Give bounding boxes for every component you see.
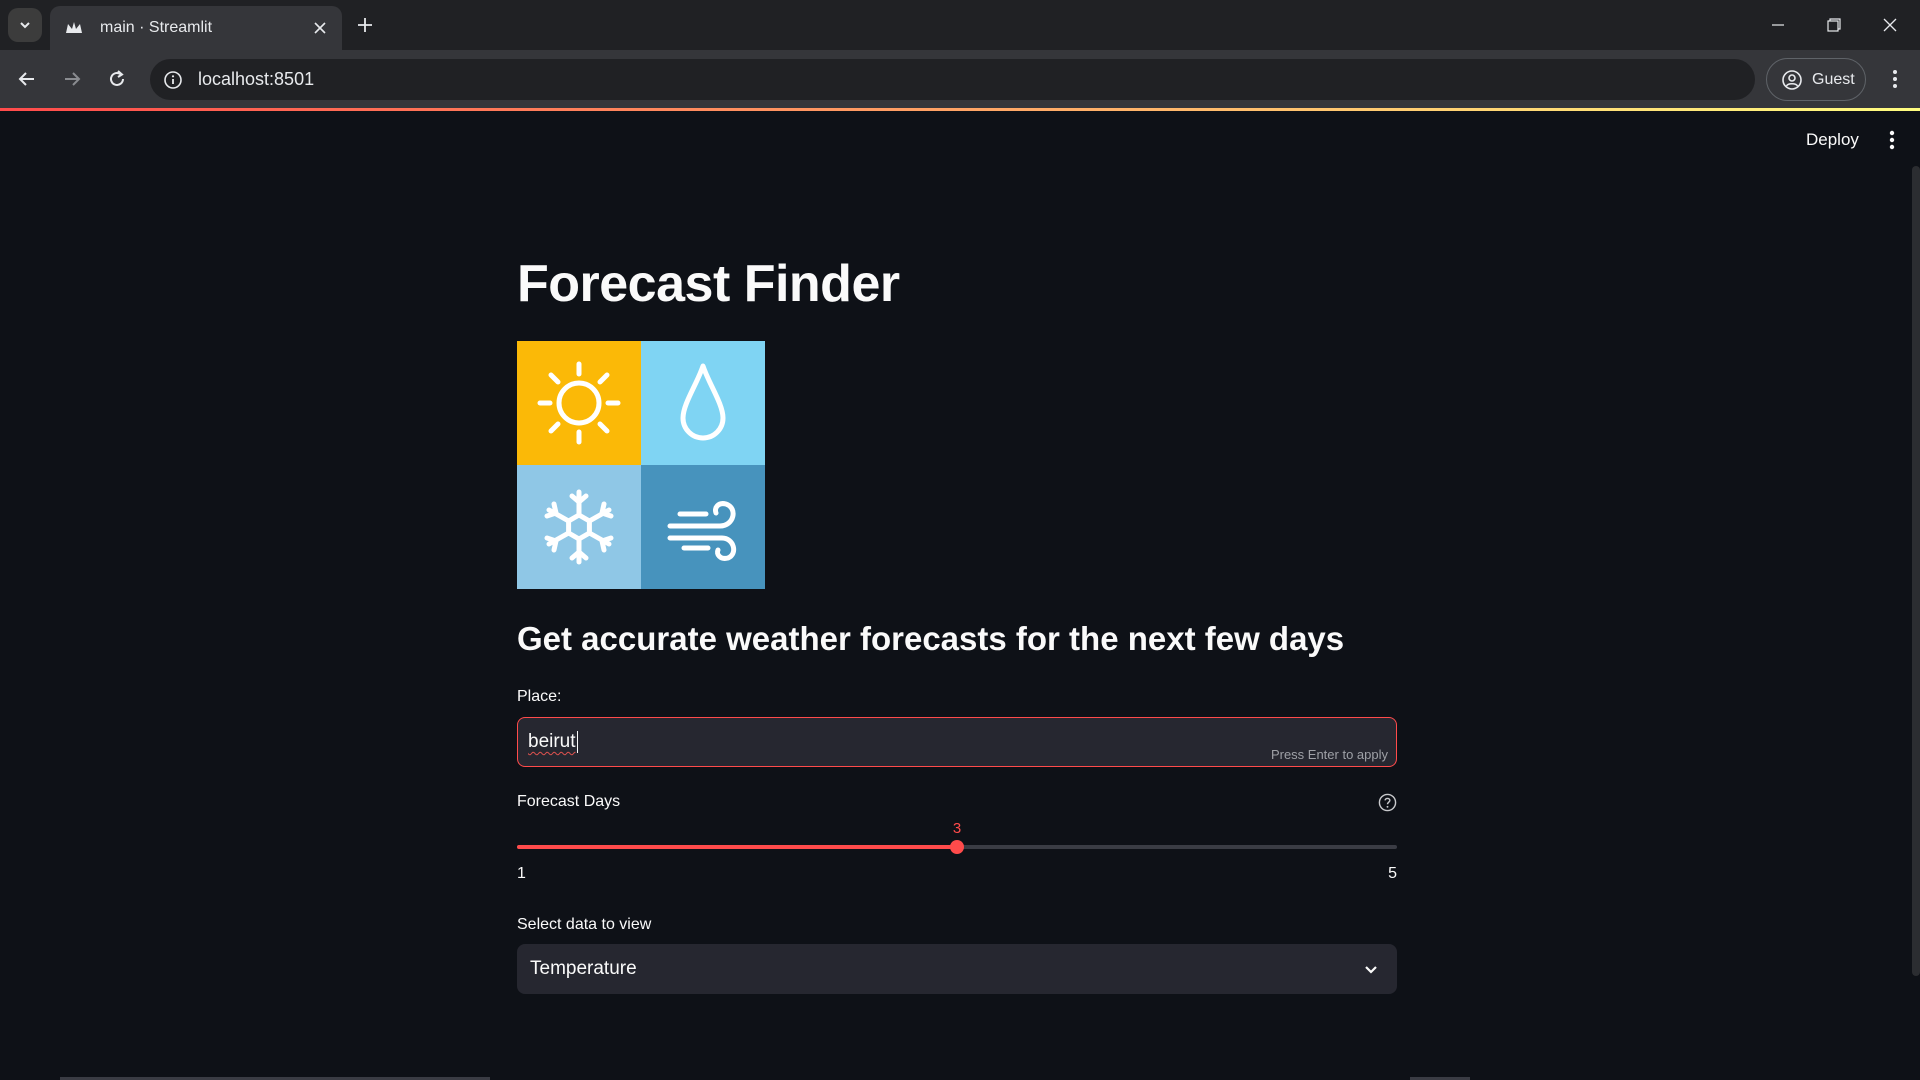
- place-input[interactable]: beirut Press Enter to apply: [517, 717, 1397, 767]
- sun-icon: [517, 341, 641, 465]
- input-hint: Press Enter to apply: [1270, 747, 1388, 762]
- restore-button[interactable]: [1806, 0, 1862, 50]
- browser-menu-button[interactable]: [1880, 62, 1910, 96]
- site-info-icon[interactable]: [162, 69, 184, 91]
- slider-fill: [517, 845, 957, 849]
- slider-min: 1: [517, 865, 526, 882]
- snowflake-icon: [517, 465, 641, 589]
- profile-label: Guest: [1812, 70, 1855, 88]
- arrow-left-icon: [18, 72, 34, 86]
- minimize-icon: [1772, 24, 1784, 26]
- text-caret: [576, 731, 579, 753]
- main-menu-button[interactable]: [1876, 124, 1908, 156]
- subheader: Get accurate weather forecasts for the n…: [517, 620, 1345, 657]
- forecast-days-slider[interactable]: 3 1 5: [517, 820, 1397, 890]
- new-tab-button[interactable]: [350, 10, 380, 40]
- help-icon[interactable]: [1377, 792, 1397, 812]
- reload-button[interactable]: [100, 62, 134, 96]
- browser-toolbar: localhost:8501 Guest: [0, 50, 1920, 108]
- more-vert-icon: [1889, 130, 1895, 150]
- browser-tab[interactable]: main · Streamlit: [50, 6, 342, 50]
- header-decoration-bar: [0, 108, 1920, 111]
- more-vert-icon: [1893, 70, 1897, 88]
- place-input-value: beirut: [528, 731, 576, 752]
- deploy-button[interactable]: Deploy: [1792, 124, 1873, 156]
- account-circle-icon: [1782, 69, 1802, 90]
- raindrop-icon: [641, 341, 765, 465]
- weather-image: [517, 341, 765, 589]
- url-text: localhost:8501: [198, 69, 315, 89]
- restore-icon: [1827, 18, 1841, 32]
- slider-thumb[interactable]: [950, 840, 964, 854]
- plus-icon: [358, 18, 372, 32]
- arrow-right-icon: [65, 72, 81, 86]
- streamlit-crown-icon: [64, 18, 84, 38]
- slider-value: 3: [952, 820, 962, 837]
- address-bar[interactable]: localhost:8501: [150, 59, 1755, 100]
- select-value: Temperature: [530, 958, 637, 979]
- minimize-button[interactable]: [1750, 0, 1806, 50]
- browser-tabstrip: main · Streamlit: [0, 0, 1920, 50]
- scrollbar[interactable]: [1912, 166, 1920, 976]
- slider-max: 5: [1388, 865, 1397, 882]
- reload-icon: [110, 70, 124, 86]
- data-select[interactable]: Temperature: [517, 944, 1397, 994]
- chevron-down-icon: [20, 22, 30, 29]
- place-label: Place:: [517, 688, 562, 705]
- wind-icon: [641, 465, 765, 589]
- close-icon: [1883, 18, 1897, 32]
- forecast-days-label: Forecast Days: [517, 793, 621, 810]
- forward-button[interactable]: [55, 62, 89, 96]
- select-data-label: Select data to view: [517, 916, 652, 933]
- page-title: Forecast Finder: [517, 255, 900, 313]
- close-window-button[interactable]: [1862, 0, 1918, 50]
- close-tab-icon[interactable]: [306, 14, 334, 42]
- chevron-down-icon: [1359, 957, 1383, 981]
- tab-title: main · Streamlit: [100, 19, 213, 36]
- profile-button[interactable]: Guest: [1766, 58, 1866, 101]
- tab-search-button[interactable]: [8, 8, 42, 42]
- back-button[interactable]: [10, 62, 44, 96]
